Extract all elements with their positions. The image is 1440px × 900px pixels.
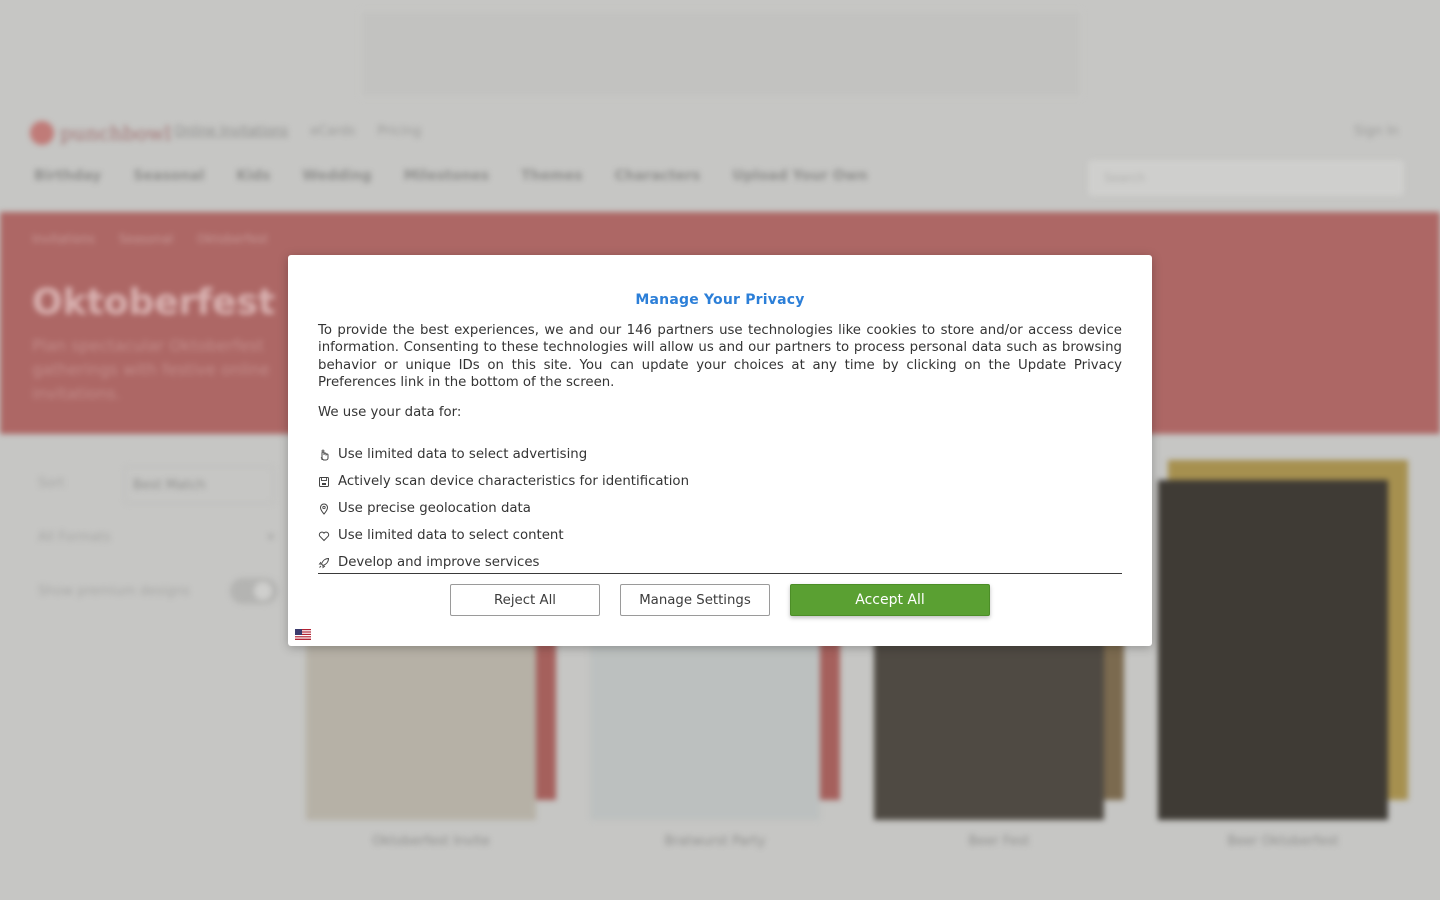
card-title[interactable]: Beer Fest	[874, 834, 1124, 849]
purpose-label: Use precise geolocation data	[338, 501, 531, 516]
breadcrumb: Invitations Seasonal Oktoberfest	[32, 232, 268, 246]
accept-all-button[interactable]: Accept All	[790, 584, 990, 616]
privacy-dialog: Manage Your Privacy To provide the best …	[288, 255, 1152, 646]
rocket-icon	[318, 557, 330, 569]
filter-label: All Formats	[38, 530, 111, 545]
filter-row[interactable]: All Formats ▾	[38, 530, 274, 545]
purpose-label: Use limited data to select content	[338, 528, 564, 543]
dialog-body: To provide the best experiences, we and …	[318, 323, 1122, 391]
chevron-down-icon: ▾	[267, 530, 274, 545]
card-title[interactable]: Oktoberfest Invite	[306, 834, 556, 849]
toggle-label: Show premium designs	[38, 583, 190, 599]
sort-label: Sort	[38, 476, 65, 491]
logo-text: punchbowl	[60, 121, 172, 145]
page-subtitle: Plan spectacular Oktoberfest gatherings …	[32, 336, 270, 403]
sign-in-link[interactable]: Sign In	[1354, 124, 1399, 139]
top-link-ecards[interactable]: eCards	[310, 124, 355, 139]
breadcrumb-item[interactable]: Seasonal	[119, 232, 173, 246]
dialog-divider	[318, 573, 1122, 574]
purpose-item: Use limited data to select advertising	[318, 441, 1122, 468]
site-logo[interactable]: punchbowl	[30, 118, 171, 148]
ad-hand-icon	[318, 449, 330, 461]
purpose-item: Use precise geolocation data	[318, 495, 1122, 522]
dialog-title: Manage Your Privacy	[635, 292, 805, 308]
nav-item[interactable]: Birthday	[34, 168, 101, 184]
breadcrumb-item[interactable]: Invitations	[32, 232, 95, 246]
purpose-label: Develop and improve services	[338, 555, 540, 570]
card-title[interactable]: Bratwurst Party	[590, 834, 840, 849]
heart-icon	[318, 530, 330, 542]
language-flag-icon[interactable]	[295, 625, 311, 640]
nav-item[interactable]: Milestones	[404, 168, 489, 184]
purpose-label: Use limited data to select advertising	[338, 447, 588, 462]
invitation-card[interactable]	[1158, 440, 1408, 820]
top-link-pricing[interactable]: Pricing	[377, 124, 421, 139]
nav-item[interactable]: Characters	[615, 168, 701, 184]
data-use-intro: We use your data for:	[318, 405, 462, 420]
ad-banner	[360, 10, 1082, 98]
manage-settings-button[interactable]: Manage Settings	[620, 584, 770, 616]
device-scan-icon	[318, 476, 330, 488]
nav-item[interactable]: Themes	[521, 168, 582, 184]
card-title[interactable]: Beer Oktoberfest	[1158, 834, 1408, 849]
purpose-label: Actively scan device characteristics for…	[338, 474, 689, 489]
breadcrumb-item[interactable]: Oktoberfest	[197, 232, 268, 246]
reject-all-button[interactable]: Reject All	[450, 584, 600, 616]
card-image	[1158, 480, 1388, 820]
logo-mark-icon	[30, 121, 54, 145]
nav-item[interactable]: Seasonal	[133, 168, 204, 184]
sort-select[interactable]: Best Match	[124, 466, 274, 504]
purpose-item: Develop and improve services	[318, 549, 1122, 576]
purpose-item: Actively scan device characteristics for…	[318, 468, 1122, 495]
search-input[interactable]: Search	[1088, 160, 1404, 196]
nav-item[interactable]: Kids	[236, 168, 270, 184]
premium-toggle-row: Show premium designs	[38, 578, 278, 604]
top-links: Online Invitations eCards Pricing	[174, 124, 421, 139]
location-pin-icon	[318, 503, 330, 515]
purpose-item: Use limited data to select content	[318, 522, 1122, 549]
purpose-list: Use limited data to select advertising A…	[318, 441, 1122, 576]
top-link-invitations[interactable]: Online Invitations	[174, 124, 288, 139]
nav-item[interactable]: Wedding	[302, 168, 371, 184]
nav-item[interactable]: Upload Your Own	[732, 168, 867, 184]
premium-toggle[interactable]	[230, 578, 278, 604]
page-title: Oktoberfest	[32, 282, 276, 323]
main-nav: Birthday Seasonal Kids Wedding Milestone…	[34, 168, 868, 184]
